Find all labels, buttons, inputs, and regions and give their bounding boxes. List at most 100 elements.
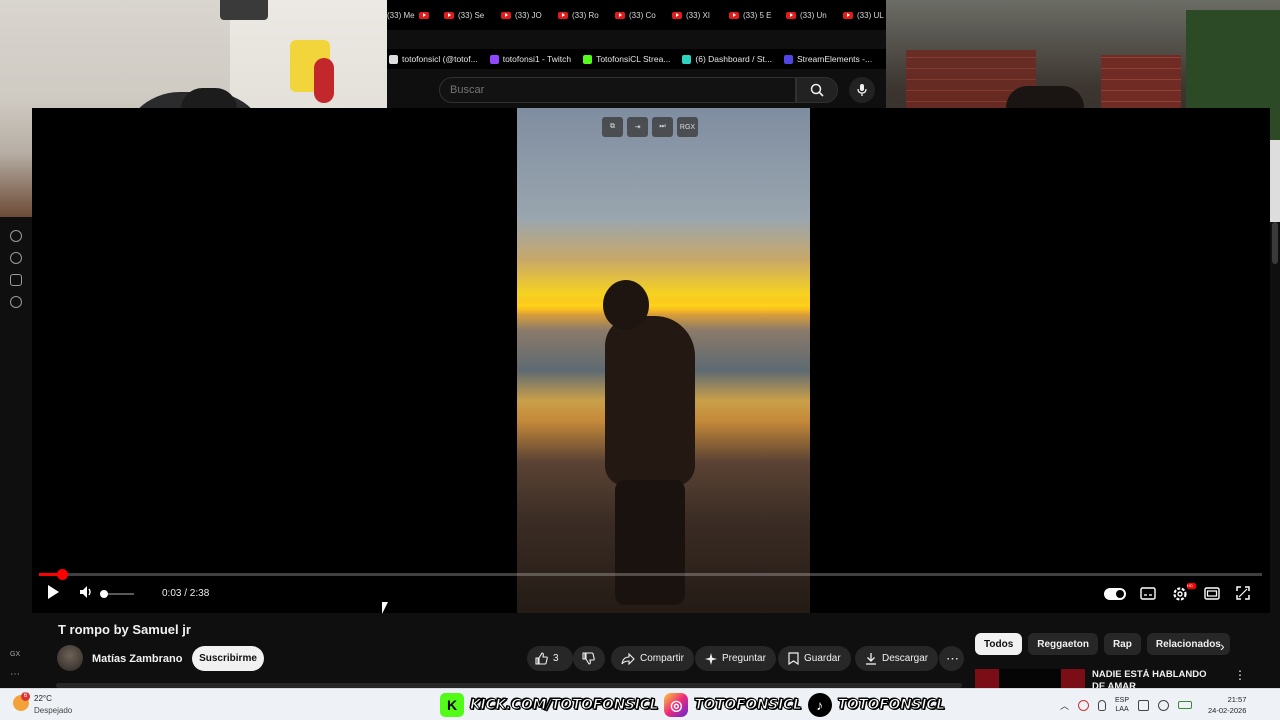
mini-sidebar: GX ⋯ (0, 217, 32, 687)
progress-bar[interactable] (39, 569, 1262, 580)
youtube-icon (558, 11, 568, 19)
browser-tab[interactable]: (33) JO (501, 11, 558, 20)
person-silhouette (595, 280, 705, 610)
bookmark-item[interactable]: StreamElements -... (783, 54, 872, 64)
ask-label: Preguntar (722, 653, 766, 664)
search-button[interactable] (796, 77, 838, 103)
save-button[interactable]: Guardar (778, 646, 851, 671)
subscribe-button[interactable]: Suscribirme (192, 646, 264, 671)
page-scrollbar[interactable] (1272, 222, 1278, 264)
save-label: Guardar (804, 653, 841, 664)
filter-chip[interactable]: Rap (1103, 633, 1141, 655)
skip-next-icon[interactable]: ⏭ (652, 117, 673, 137)
time-display: 0:03 / 2:38 (162, 588, 210, 599)
filter-chip[interactable]: Reggaeton (1028, 633, 1098, 655)
youtube-icon (615, 11, 625, 19)
search-icon (810, 83, 824, 97)
bookmark-item[interactable]: (6) Dashboard / St... (682, 54, 772, 64)
browser-tab-label: (33) Me (387, 10, 415, 20)
more-actions-button[interactable]: ⋯ (939, 646, 964, 671)
volume-slider[interactable] (100, 590, 134, 598)
rgx-button[interactable]: RGX (677, 117, 698, 137)
weather-badge: 6 (21, 692, 30, 701)
tray-microphone-icon[interactable] (1098, 699, 1107, 711)
youtube-icon (418, 11, 429, 19)
popout-icon[interactable]: ⧉ (602, 117, 623, 137)
play-circle-icon[interactable] (10, 230, 22, 242)
clock-date: 24-02-2026 (1208, 706, 1247, 715)
bookmark-item[interactable]: totofonsi1 - Twitch (489, 54, 572, 64)
chevron-right-icon[interactable]: › (1220, 638, 1225, 654)
tiktok-logo-icon: ♪ (807, 693, 832, 717)
chip-bar: Todos Reggaeton Rap Relacionados (975, 633, 1230, 655)
extensions-icon[interactable] (10, 274, 22, 286)
mouse-cursor (382, 602, 388, 614)
weather-description[interactable]: Despejado (34, 706, 72, 715)
recommendation-menu-icon[interactable]: ⋮ (1234, 668, 1246, 682)
share-icon (621, 652, 635, 665)
fullscreen-icon[interactable] (1236, 586, 1250, 600)
browser-tab[interactable]: (33) Se (444, 11, 501, 20)
browser-tab-label: (33) Se (458, 10, 485, 20)
browser-tab-label: (33) 5 E (743, 10, 772, 20)
share-button[interactable]: Compartir (611, 646, 694, 671)
miniplayer-icon[interactable] (1204, 587, 1220, 600)
browser-tab-label: (33) Un (800, 10, 827, 20)
browser-tab[interactable]: (33) UL (843, 11, 886, 20)
exit-icon[interactable]: ⇥ (627, 117, 648, 137)
autoplay-toggle[interactable] (1104, 588, 1126, 600)
subtitles-icon[interactable] (1140, 587, 1156, 600)
bookmark-item[interactable]: totofonsicl (@totof... (389, 54, 478, 64)
language-indicator[interactable]: ESP LAA (1115, 696, 1129, 714)
tray-chevron-up-icon[interactable]: ︿ (1060, 699, 1069, 712)
settings-icon[interactable] (1172, 586, 1188, 602)
browser-tab[interactable]: (33) Co (615, 11, 672, 20)
channel-name[interactable]: Matías Zambrano (92, 653, 182, 665)
promo-kick-text: KICK.COM/TOTOFONSICL (469, 697, 659, 714)
tray-volume-icon[interactable] (1158, 699, 1170, 711)
browser-tab[interactable]: (33) 5 E (729, 11, 786, 20)
browser-tab[interactable]: (33) Ro (558, 11, 615, 20)
bookmark-favicon-icon (389, 54, 398, 64)
progress-scrubber[interactable] (57, 569, 69, 580)
browser-tab[interactable]: (33) Me (387, 11, 444, 20)
tray-app-icon[interactable] (1078, 699, 1090, 711)
weather-temperature[interactable]: 22°C (34, 694, 52, 703)
gx-label[interactable]: GX (10, 651, 20, 658)
volume-icon[interactable] (78, 584, 94, 600)
recommendation-title[interactable]: NADIE ESTÁ HABLANDO DE AMAR (1092, 669, 1217, 688)
more-icon[interactable]: ⋯ (10, 669, 20, 680)
history-icon[interactable] (10, 252, 22, 264)
youtube-icon (843, 11, 853, 19)
play-icon[interactable] (46, 584, 60, 600)
bookmarks-bar: totofonsicl (@totof... totofonsi1 - Twitc… (387, 49, 886, 69)
browser-tab[interactable]: (33) XI (672, 11, 729, 20)
voice-search-button[interactable] (849, 77, 875, 103)
tray-network-icon[interactable] (1138, 699, 1150, 711)
like-button[interactable]: 3 (527, 646, 573, 671)
tray-battery-icon[interactable] (1178, 701, 1193, 709)
channel-avatar[interactable] (57, 645, 83, 671)
bookmark-item[interactable]: TotofonsiCL Strea... (583, 54, 670, 64)
download-button[interactable]: Descargar (855, 646, 939, 671)
recommendation-thumbnail[interactable] (975, 669, 1085, 688)
search-input[interactable] (439, 77, 796, 103)
video-frame[interactable]: ⧉ ⇥ ⏭ RGX (517, 108, 810, 613)
filter-chip[interactable]: Relacionados (1146, 633, 1230, 655)
dislike-button[interactable] (573, 646, 605, 671)
thumbs-down-icon (582, 652, 595, 665)
bookmark-favicon-icon (489, 54, 499, 64)
settings-gear-icon[interactable] (10, 296, 22, 308)
more-dots-icon: ⋯ (946, 650, 959, 666)
browser-tab[interactable]: (33) Un (786, 11, 843, 20)
video-overlay-controls: ⧉ ⇥ ⏭ RGX (602, 117, 698, 137)
taskbar-clock[interactable]: 21:57 24-02-2026 (1208, 694, 1246, 716)
bookmark-label: totofonsi1 - Twitch (502, 54, 572, 64)
bookmark-favicon-icon (583, 54, 593, 64)
ask-button[interactable]: Preguntar (695, 646, 776, 671)
promo-instagram-text: TOTOFONSICL (694, 697, 803, 714)
like-count: 3 (553, 653, 559, 664)
volume-knob[interactable] (100, 590, 108, 598)
video-player[interactable]: ⧉ ⇥ ⏭ RGX 0:03 / 2:38 HD (32, 108, 1270, 613)
filter-chip[interactable]: Todos (975, 633, 1023, 655)
